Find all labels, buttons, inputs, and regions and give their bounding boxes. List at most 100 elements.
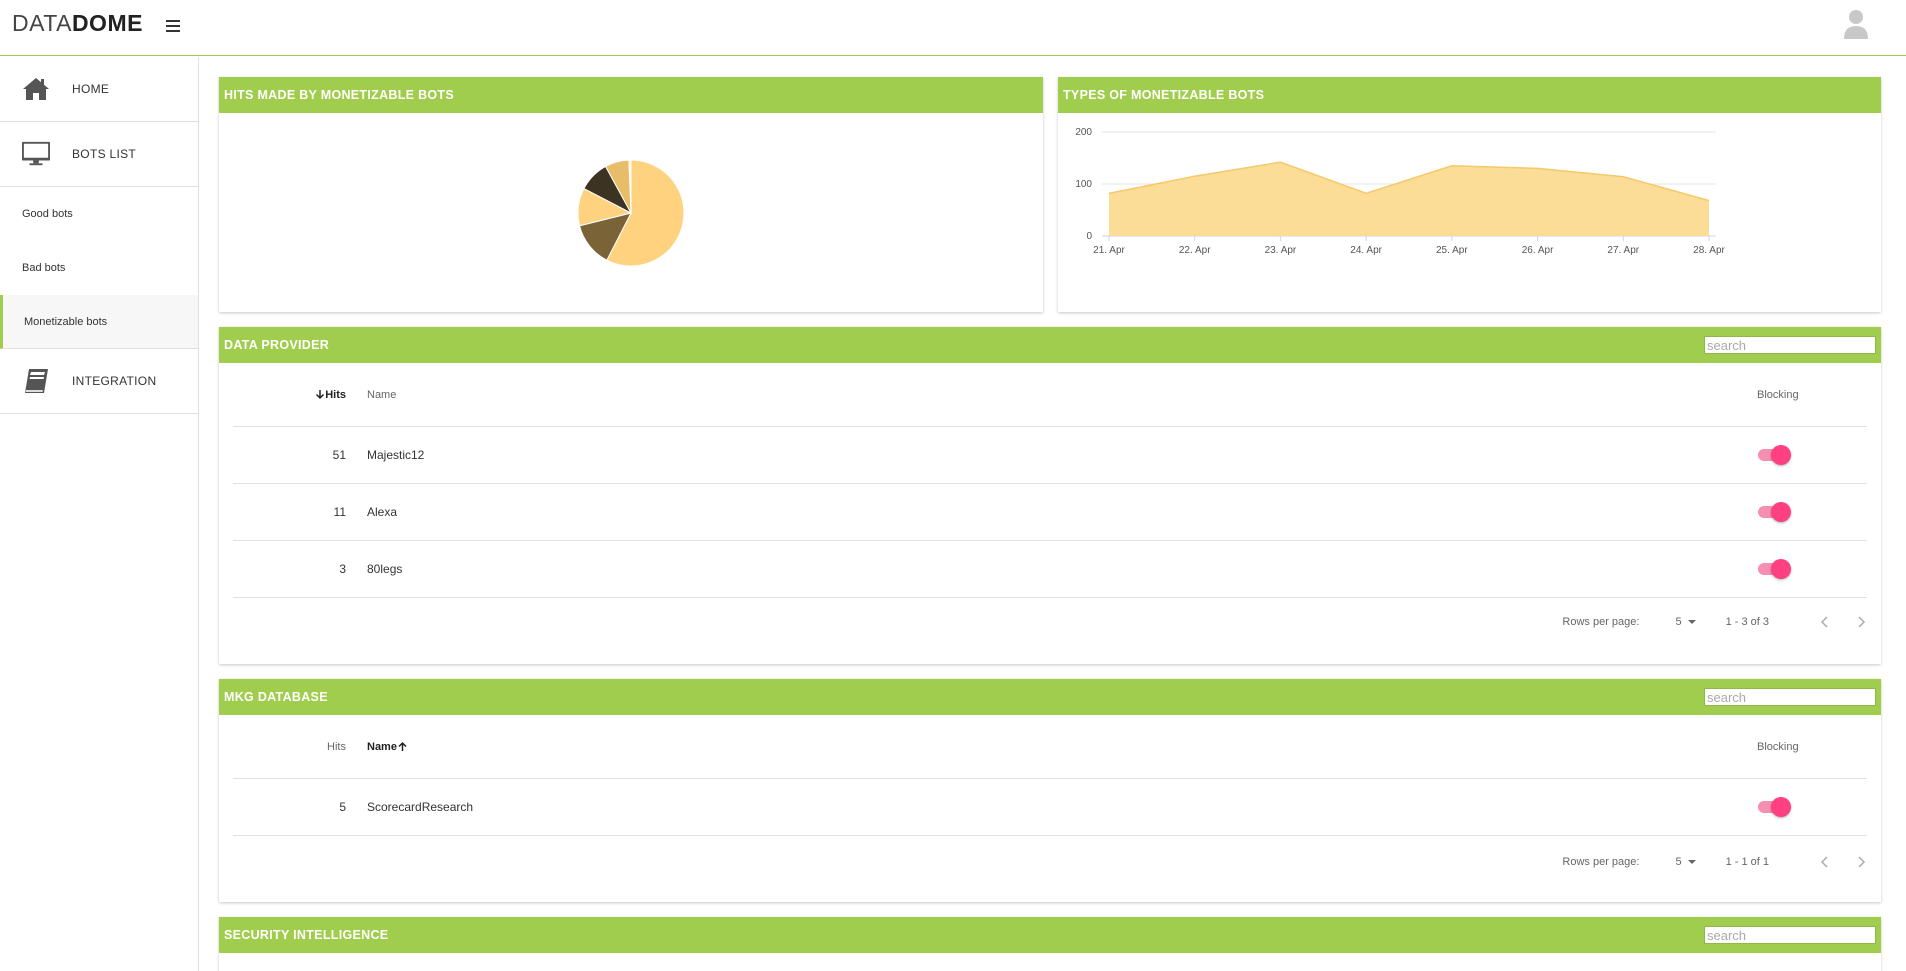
data-provider-pagination: Rows per page: 5 1 - 3 of 3	[1562, 615, 1867, 629]
table-header-row: Hits Name Blocking	[233, 363, 1867, 427]
chevron-left-icon[interactable]	[1819, 615, 1831, 629]
blocking-cell	[1757, 502, 1867, 522]
book-icon	[22, 367, 50, 395]
blocking-toggle[interactable]	[1757, 502, 1791, 522]
x-tick-label: 23. Apr	[1265, 245, 1297, 256]
x-tick-label: 25. Apr	[1436, 245, 1468, 256]
sidebar-item-label: BOTS LIST	[72, 147, 137, 161]
mkg-database-header: MKG DATABASE	[219, 679, 1881, 715]
blocking-toggle[interactable]	[1757, 797, 1791, 817]
hits-header-label: Hits	[325, 388, 346, 401]
blocking-cell	[1757, 797, 1867, 817]
data-provider-title: DATA PROVIDER	[224, 338, 330, 352]
sidebar-item-bad-bots[interactable]: Bad bots	[0, 241, 198, 295]
rows-per-page-select[interactable]: 5	[1675, 856, 1696, 868]
data-provider-search-input[interactable]	[1704, 336, 1876, 354]
x-tick-label: 24. Apr	[1350, 245, 1382, 256]
y-tick-label: 100	[1075, 179, 1092, 190]
page-range: 1 - 3 of 3	[1725, 616, 1769, 628]
mkg-database-card: MKG DATABASE Hits Name Blocking 5 Scorec…	[219, 679, 1881, 902]
sidebar-item-bots-list[interactable]: BOTS LIST	[0, 122, 198, 187]
arrow-down-icon	[316, 390, 325, 400]
rows-per-page-select[interactable]: 5	[1675, 616, 1696, 628]
chevron-left-icon[interactable]	[1819, 855, 1831, 869]
sidebar-item-home[interactable]: HOME	[0, 57, 198, 122]
pie-chart-card: HITS MADE BY MONETIZABLE BOTS	[219, 77, 1043, 312]
sidebar-item-integration[interactable]: INTEGRATION	[0, 349, 198, 414]
page-range: 1 - 1 of 1	[1725, 856, 1769, 868]
name-column-header[interactable]: Name	[346, 389, 1757, 401]
mkg-database-table: Hits Name Blocking 5 ScorecardResearch	[233, 715, 1867, 836]
rows-per-page-value: 5	[1675, 856, 1682, 868]
y-tick-label: 0	[1086, 231, 1092, 242]
hits-cell: 11	[333, 505, 346, 519]
name-cell: ScorecardResearch	[367, 800, 474, 814]
x-tick-label: 26. Apr	[1522, 245, 1554, 256]
x-tick-label: 28. Apr	[1693, 245, 1725, 256]
hits-column-header[interactable]: Hits	[233, 741, 346, 753]
datadome-logo[interactable]: DATADOME	[12, 10, 143, 37]
security-intelligence-title: SECURITY INTELLIGENCE	[224, 928, 389, 942]
x-tick-label: 22. Apr	[1179, 245, 1211, 256]
table-row: 3 80legs	[233, 541, 1867, 598]
hits-cell: 51	[332, 448, 346, 462]
blocking-cell	[1757, 559, 1867, 579]
caret-down-icon	[1687, 620, 1696, 624]
sidebar: HOME BOTS LIST Good bots Bad bots Moneti…	[0, 57, 199, 971]
logo-part-data: DATA	[12, 10, 72, 36]
x-tick-label: 27. Apr	[1607, 245, 1639, 256]
blocking-cell	[1757, 445, 1867, 465]
data-provider-card: DATA PROVIDER Hits Name Blocking 51 Maje…	[219, 327, 1881, 664]
name-cell: 80legs	[367, 562, 403, 576]
security-intelligence-search-input[interactable]	[1704, 926, 1876, 944]
area-series[interactable]	[1109, 162, 1709, 236]
area-chart-card: TYPES OF MONETIZABLE BOTS 0 100 200 21. Apr…	[1058, 77, 1881, 312]
area-chart: 0 100 200 21. Apr 22. Apr 23. Apr 24. Apr 25. A…	[1075, 127, 1725, 256]
name-header-label: Name	[367, 740, 397, 753]
app-frame: DATADOME HOME BOTS LIST Good bots Bad bo…	[0, 0, 1906, 971]
mkg-database-search-input[interactable]	[1704, 688, 1876, 706]
logo-part-dome: DOME	[71, 10, 143, 36]
blocking-toggle[interactable]	[1757, 445, 1791, 465]
name-cell: Majestic12	[367, 448, 425, 462]
blocking-toggle[interactable]	[1757, 559, 1791, 579]
caret-down-icon	[1687, 860, 1696, 864]
security-intelligence-card: SECURITY INTELLIGENCE	[219, 917, 1881, 971]
table-row: 5 ScorecardResearch	[233, 779, 1867, 836]
rows-per-page-label: Rows per page:	[1562, 856, 1640, 868]
blocking-column-header: Blocking	[1757, 388, 1799, 401]
user-avatar-icon[interactable]	[1844, 9, 1868, 39]
sidebar-item-label: INTEGRATION	[72, 374, 157, 388]
rows-per-page-label: Rows per page:	[1562, 616, 1640, 628]
hits-cell: 5	[339, 800, 346, 814]
mkg-database-pagination: Rows per page: 5 1 - 1 of 1	[1562, 855, 1867, 869]
area-card-title: TYPES OF MONETIZABLE BOTS	[1058, 77, 1881, 113]
pie-card-title: HITS MADE BY MONETIZABLE BOTS	[219, 77, 1043, 113]
pie-chart	[577, 159, 685, 267]
monitor-icon	[22, 140, 50, 168]
table-row: 11 Alexa	[233, 484, 1867, 541]
name-cell: Alexa	[367, 505, 398, 519]
arrow-up-icon	[398, 742, 407, 752]
blocking-column-header: Blocking	[1757, 740, 1799, 753]
mkg-database-title: MKG DATABASE	[224, 690, 328, 704]
sidebar-item-label: HOME	[72, 82, 110, 96]
data-provider-header: DATA PROVIDER	[219, 327, 1881, 363]
home-icon	[22, 75, 50, 103]
rows-per-page-value: 5	[1675, 616, 1682, 628]
hamburger-menu-icon[interactable]	[166, 17, 180, 33]
hits-cell: 3	[339, 562, 346, 576]
table-header-row: Hits Name Blocking	[233, 715, 1867, 779]
data-provider-table: Hits Name Blocking 51 Majestic12 11 Alex…	[233, 363, 1867, 598]
security-intelligence-header: SECURITY INTELLIGENCE	[219, 917, 1881, 953]
chevron-right-icon[interactable]	[1855, 855, 1867, 869]
name-column-header[interactable]: Name	[346, 741, 1757, 753]
table-row: 51 Majestic12	[233, 427, 1867, 484]
chevron-right-icon[interactable]	[1855, 615, 1867, 629]
sidebar-item-good-bots[interactable]: Good bots	[0, 187, 198, 241]
x-tick-label: 21. Apr	[1093, 245, 1125, 256]
hits-column-header[interactable]: Hits	[233, 389, 346, 401]
y-tick-label: 200	[1075, 127, 1092, 138]
top-bar: DATADOME	[0, 0, 1906, 56]
sidebar-item-monetizable-bots[interactable]: Monetizable bots	[0, 295, 198, 349]
